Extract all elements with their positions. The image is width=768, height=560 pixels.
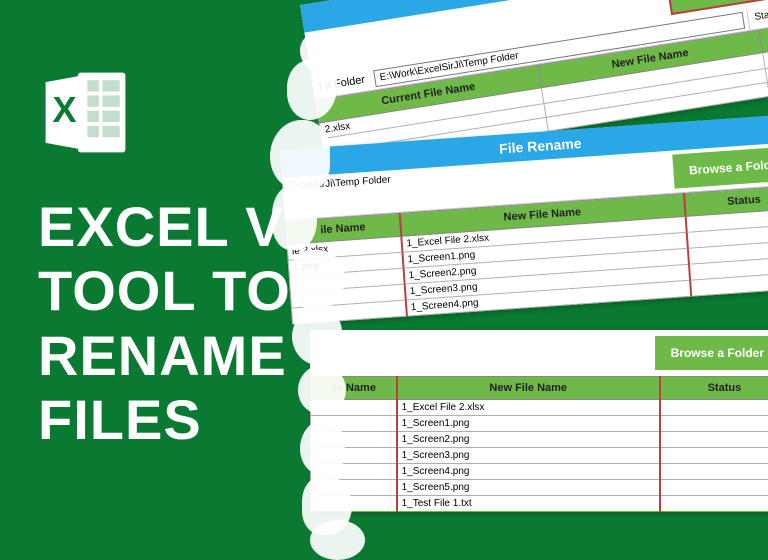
sheet-bottom: Browse a Folder ile Name New File Name S… <box>310 330 768 512</box>
cell-new: 1_Test File 1.txt <box>397 496 660 512</box>
torn-edge <box>292 310 342 365</box>
excel-icon: X <box>38 65 133 165</box>
cell-new: 1_Screen5.png <box>397 480 660 496</box>
browse-folder-button[interactable]: Browse a Folder <box>672 146 768 189</box>
cell-new: 1_Screen3.png <box>397 448 660 464</box>
torn-edge <box>310 520 365 560</box>
torn-edge <box>270 120 330 190</box>
browse-folder-button[interactable]: Browse a Folder <box>655 336 768 370</box>
torn-edge <box>298 365 346 415</box>
col-status: Status <box>660 377 768 400</box>
svg-text:X: X <box>53 89 77 130</box>
cell-new: 1_Screen1.png <box>397 416 660 432</box>
torn-edge <box>300 420 345 475</box>
cell-new: 1_Screen2.png <box>397 432 660 448</box>
cell-new: 1_Screen4.png <box>397 464 660 480</box>
cell-new: 1_Excel File 2.xlsx <box>397 400 660 416</box>
col-new: New File Name <box>397 377 660 400</box>
sheet-middle: File Rename ExcelSirJi\Temp Folder Brows… <box>280 114 768 325</box>
